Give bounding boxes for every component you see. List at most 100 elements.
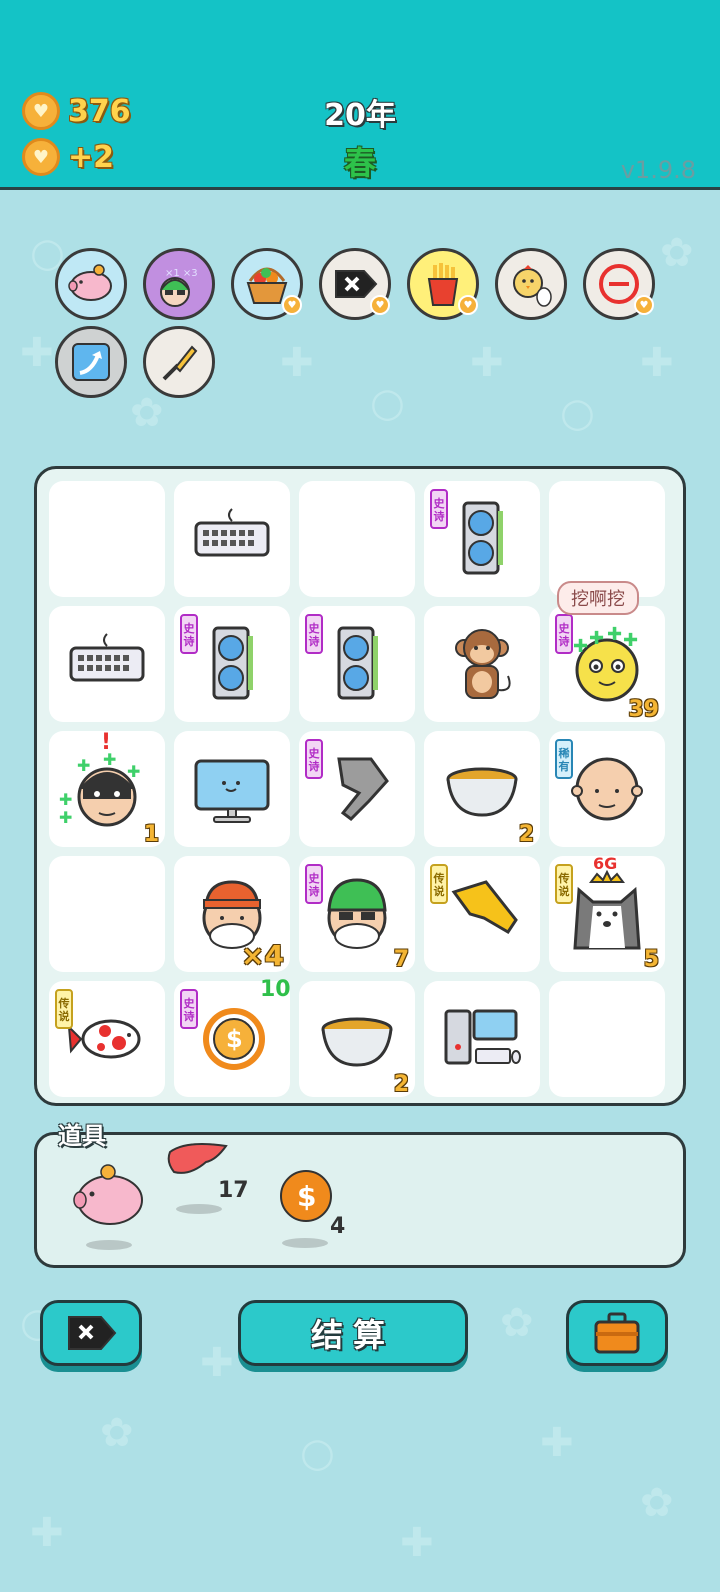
item-count: 2 [393, 1072, 409, 1097]
board-cell-grandpa-green-hat[interactable]: 史诗 7 [299, 856, 415, 972]
board-cell-graphics-card[interactable]: 史诗 [299, 606, 415, 722]
heart-badge-icon: ♥ [458, 295, 478, 315]
tool-shadow [176, 1204, 222, 1214]
version-label: v1.9.8 [620, 156, 696, 184]
board-cell-bald-man[interactable]: 稀有 [549, 731, 665, 847]
tool-liver[interactable]: 17 [166, 1140, 256, 1220]
heart-badge-icon: ♥ [370, 295, 390, 315]
tool-count: 4 [330, 1214, 346, 1239]
svg-text:✚: ✚ [103, 750, 116, 769]
board-cell-empty[interactable] [49, 856, 165, 972]
board-cell-empty[interactable] [549, 481, 665, 597]
year-label: 20年 [324, 98, 396, 133]
board-cell-graphics-card[interactable]: 史诗 [174, 606, 290, 722]
discard-button[interactable] [40, 1300, 142, 1366]
fruit-basket-relic-icon[interactable]: ♥ [231, 248, 303, 320]
tool-count: 17 [218, 1178, 249, 1203]
bg-decoration: ✚ [470, 340, 504, 386]
board-cell-coin-ring[interactable]: 史诗 10 $ [174, 977, 291, 1097]
settle-button[interactable]: 结算 [238, 1300, 468, 1366]
rarity-tag-epic: 史诗 [430, 489, 448, 529]
item-count: 2 [518, 822, 534, 847]
tool-piggy-bank[interactable] [70, 1162, 150, 1252]
rarity-tag-epic: 史诗 [180, 989, 198, 1029]
bg-decoration: ✚ [400, 1520, 434, 1566]
rarity-tag-rare: 稀有 [555, 739, 573, 779]
rarity-tag-legend: 传说 [555, 864, 573, 904]
multiplier-character-relic-icon[interactable]: ×1 ×3 [143, 248, 215, 320]
rarity-tag-epic: 史诗 [305, 739, 323, 779]
board-cell-husky-king[interactable]: 传说 6G 5 [549, 854, 665, 972]
dollar-coin-icon: $ [280, 1170, 332, 1222]
board-cell-keyboard[interactable] [49, 606, 165, 722]
rarity-tag-legend: 传说 [55, 989, 73, 1029]
coin-bonus-count: 10 [260, 977, 291, 1002]
board-cell-desktop-pc[interactable] [424, 981, 540, 1097]
svg-text:×1 ×3: ×1 ×3 [165, 268, 198, 279]
tool-shadow [86, 1240, 132, 1250]
bg-decoration: ✚ [540, 1420, 574, 1466]
board-cell-koi-fish[interactable]: 传说 [49, 981, 165, 1097]
arrow-card-relic-icon[interactable] [55, 326, 127, 398]
french-fries-relic-icon[interactable]: ♥ [407, 248, 479, 320]
screwdriver-relic-icon[interactable] [143, 326, 215, 398]
minus-circle-relic-icon[interactable]: ♥ [583, 248, 655, 320]
board-cell-empty[interactable] [549, 981, 665, 1097]
board-cell-thief[interactable]: ! ✚ ✚ ✚ ✚ ✚ 1 [49, 730, 165, 847]
board-cell-empty[interactable] [49, 481, 165, 597]
season-label: 春 [343, 144, 376, 182]
board-cell-yellow-face[interactable]: 史诗 ✚ ✚ ✚ ✚ 39 [549, 606, 665, 722]
bg-decoration: ○ [300, 1430, 335, 1476]
board-cell-monitor[interactable] [174, 731, 290, 847]
board-cell-empty[interactable] [299, 481, 415, 597]
piggy-bank-relic-icon[interactable] [55, 248, 127, 320]
heart-badge-icon: ♥ [282, 295, 302, 315]
bg-decoration: ○ [560, 390, 595, 436]
tools-title: 道具 [58, 1122, 106, 1150]
bg-decoration: ○ [370, 380, 405, 426]
board-cell-grandpa-red-hat[interactable]: ×4 [174, 856, 290, 972]
svg-text:✚: ✚ [573, 636, 588, 657]
svg-text:✚: ✚ [59, 808, 72, 827]
rarity-tag-epic: 史诗 [305, 864, 323, 904]
bg-decoration: ✚ [640, 340, 674, 386]
delete-tag-icon [68, 1316, 117, 1350]
board-cell-soup-bowl[interactable]: 2 [424, 731, 540, 847]
chick-egg-relic-icon[interactable] [495, 248, 567, 320]
liver-icon [167, 1143, 228, 1174]
bg-decoration: ✿ [500, 1300, 534, 1346]
keyboard-icon [194, 508, 270, 557]
top-bar: ♥ 376 ♥ +2 20年 春 v1.9.8 [0, 0, 720, 190]
bg-decoration: ✿ [660, 230, 694, 276]
rarity-tag-legend: 传说 [430, 864, 448, 904]
svg-text:✚: ✚ [607, 624, 622, 645]
rarity-tag-epic: 史诗 [555, 614, 573, 654]
speech-bubble: 挖啊挖 [557, 581, 639, 615]
item-count: 5 [643, 947, 659, 972]
bg-decoration: ✿ [130, 390, 164, 436]
svg-text:$: $ [297, 1180, 316, 1213]
board-cell-keyboard[interactable] [174, 481, 290, 597]
monkey-icon [455, 629, 511, 699]
board-cell-pointing-hand[interactable]: 史诗 [299, 731, 415, 847]
board-cell-monkey[interactable] [424, 606, 540, 722]
bg-decoration: ✚ [20, 330, 54, 376]
svg-text:✚: ✚ [77, 756, 90, 775]
delete-tag-relic-icon[interactable]: ♥ [319, 248, 391, 320]
board-cell-golden-hand[interactable]: 传说 [424, 856, 540, 972]
bg-decoration: ✿ [640, 1480, 674, 1526]
board-cell-soup-bowl[interactable]: 2 [299, 981, 415, 1097]
desktop-computer-icon [444, 1009, 521, 1065]
tool-shadow [282, 1238, 328, 1248]
rarity-tag-epic: 史诗 [305, 614, 323, 654]
item-count: 1 [143, 822, 159, 847]
bag-button[interactable] [566, 1300, 668, 1366]
bg-decoration: ✿ [100, 1410, 134, 1456]
bg-decoration: ✚ [200, 1340, 234, 1386]
piggy-bank-icon [73, 1164, 143, 1225]
settle-label: 结算 [310, 1316, 395, 1354]
item-count: 7 [393, 947, 409, 972]
item-board: 史诗 史诗 史诗 史诗 ✚ ✚ ✚ ✚ 39 ! ✚ ✚ ✚ ✚ ✚ 1 史诗 2 稀有 [34, 466, 686, 1106]
board-cell-graphics-card[interactable]: 史诗 [424, 481, 540, 597]
tool-coin[interactable]: $ 4 [278, 1168, 368, 1254]
